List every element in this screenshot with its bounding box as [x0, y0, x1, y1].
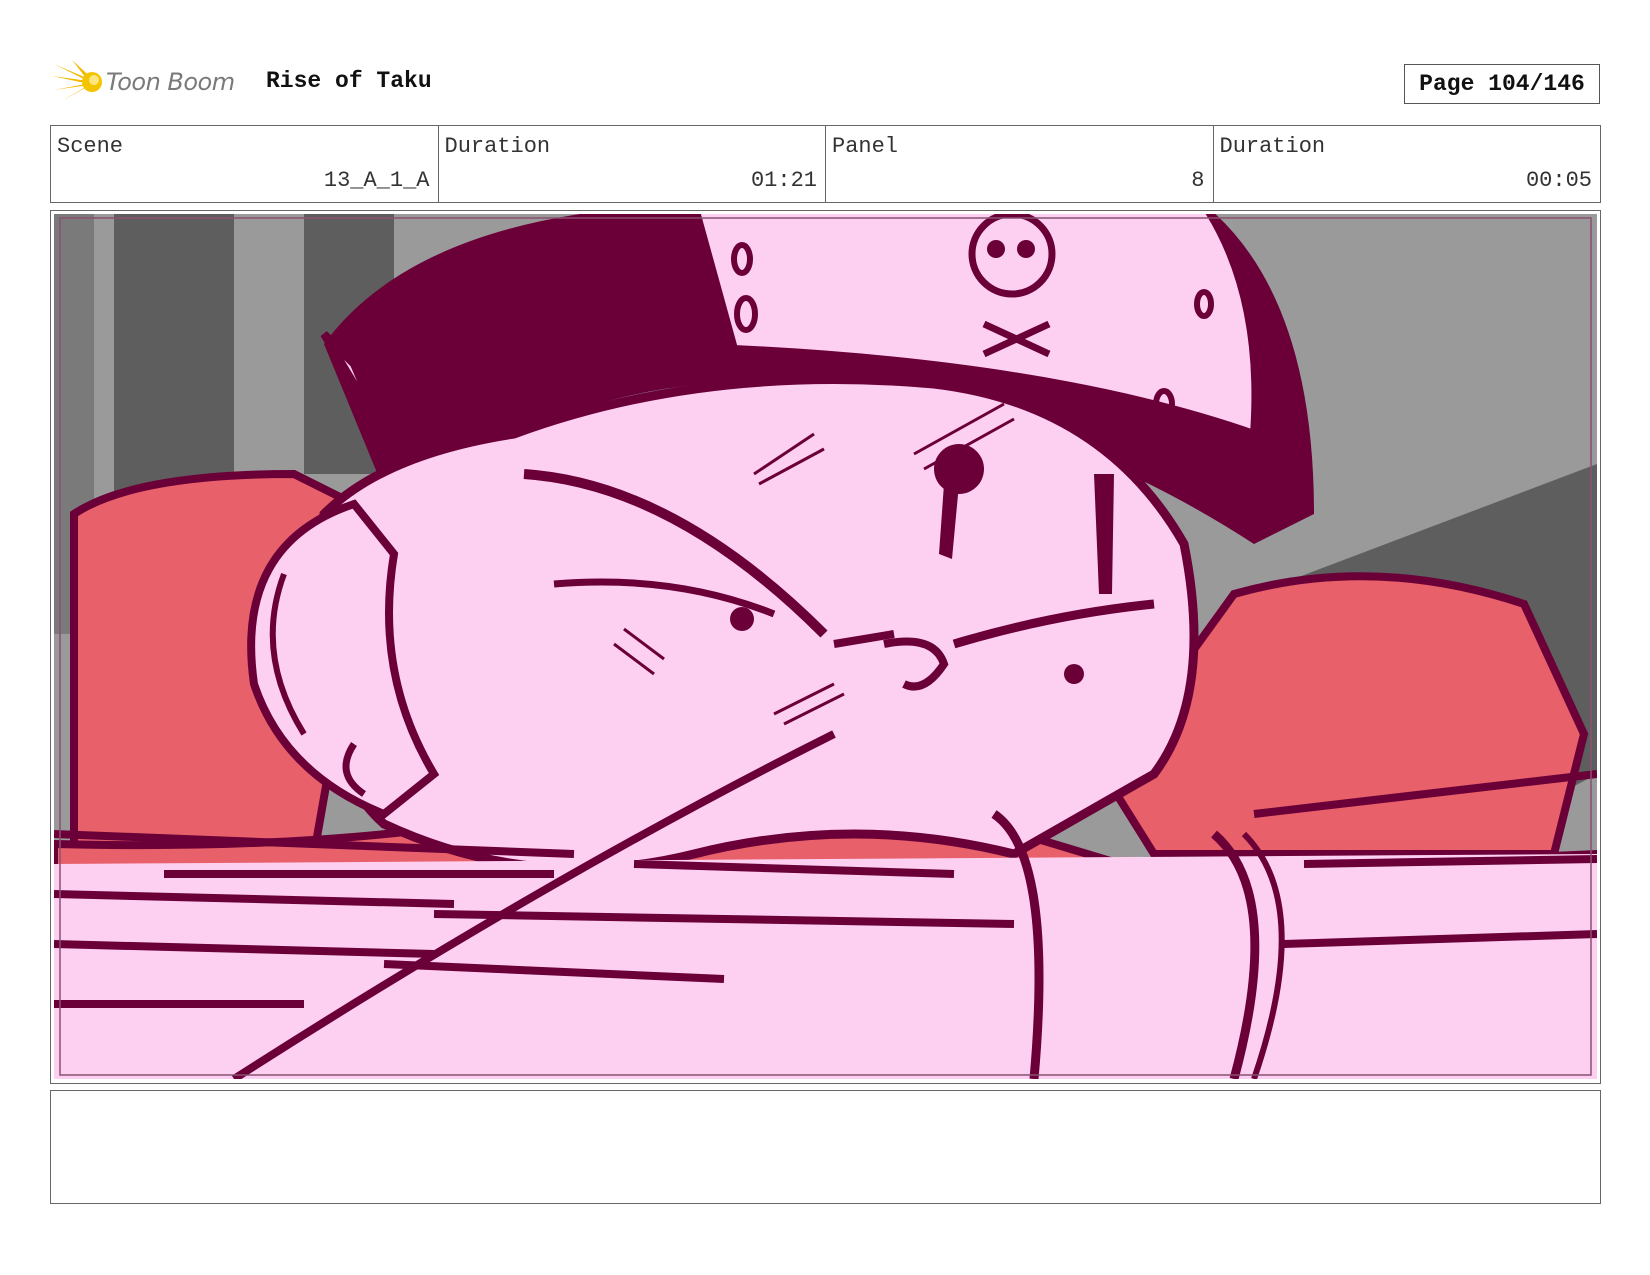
notes-box: [50, 1090, 1601, 1204]
toon-boom-burst-icon: [52, 60, 102, 102]
storyboard-drawing: [54, 214, 1597, 1079]
panel-label: Panel: [832, 134, 899, 159]
logo-text: Toon Boom: [106, 68, 235, 96]
panel-info-row: Scene 13_A_1_A Duration 01:21 Panel 8 Du…: [50, 125, 1601, 203]
scene-label: Scene: [57, 134, 124, 159]
scene-duration-value: 01:21: [750, 168, 817, 193]
panel-duration-label: Duration: [1219, 134, 1326, 159]
panel-duration-cell: Duration 00:05: [1214, 126, 1601, 202]
scene-duration-cell: Duration 01:21: [439, 126, 826, 202]
page-indicator: Page 104/146: [1404, 64, 1600, 104]
toon-boom-logo: Toon Boom: [52, 58, 235, 106]
scene-duration-label: Duration: [444, 134, 551, 159]
panel-duration-value: 00:05: [1525, 168, 1592, 193]
scene-cell: Scene 13_A_1_A: [51, 126, 439, 202]
project-title: Rise of Taku: [266, 68, 432, 94]
scene-value: 13_A_1_A: [323, 168, 430, 193]
storyboard-panel-image: [54, 214, 1597, 1079]
panel-cell: Panel 8: [826, 126, 1214, 202]
panel-value: 8: [1191, 168, 1205, 193]
